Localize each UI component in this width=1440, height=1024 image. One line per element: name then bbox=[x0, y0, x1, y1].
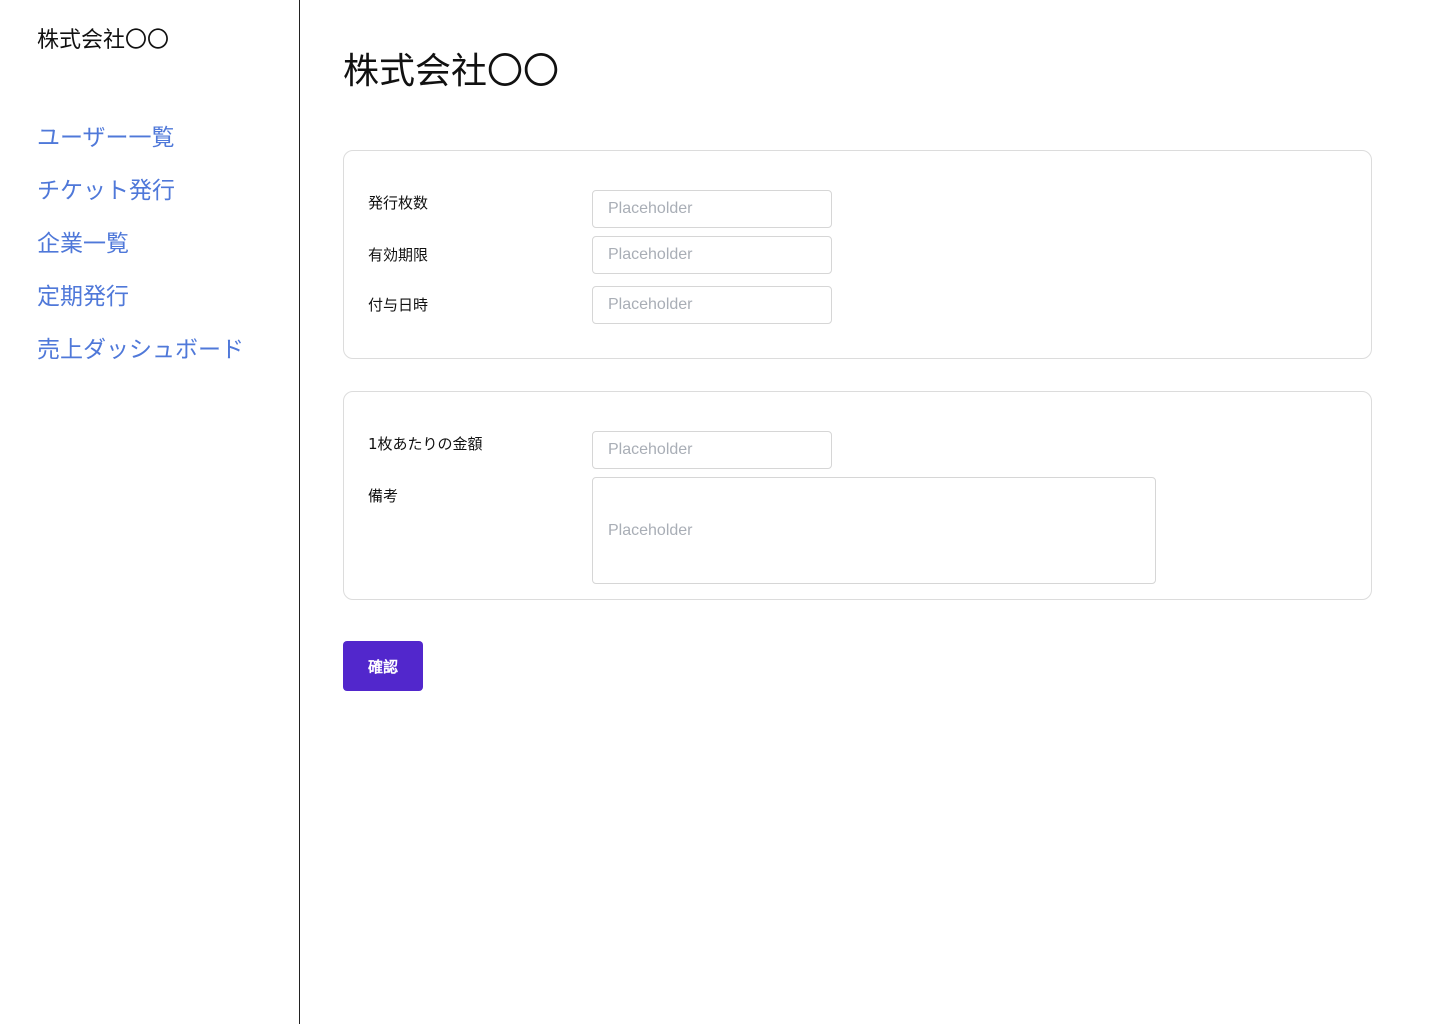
app-root: 株式会社〇〇 ユーザー一覧 チケット発行 企業一覧 定期発行 売上ダッシュボード… bbox=[0, 0, 1440, 1024]
expiry-input[interactable] bbox=[592, 236, 832, 274]
sidebar-item-user-list[interactable]: ユーザー一覧 bbox=[37, 122, 244, 175]
notes-label: 備考 bbox=[368, 487, 399, 505]
sidebar-item-sales-dashboard[interactable]: 売上ダッシュボード bbox=[37, 334, 244, 387]
grant-datetime-label: 付与日時 bbox=[368, 296, 429, 314]
sidebar-item-periodic-issue[interactable]: 定期発行 bbox=[37, 281, 244, 334]
sidebar-item-company-list[interactable]: 企業一覧 bbox=[37, 228, 244, 281]
confirm-button[interactable]: 確認 bbox=[343, 641, 423, 691]
unit-price-input[interactable] bbox=[592, 431, 832, 469]
unit-price-label: 1枚あたりの金額 bbox=[368, 435, 483, 453]
grant-datetime-input[interactable] bbox=[592, 286, 832, 324]
main-content: 株式会社〇〇 発行枚数 有効期限 付与日時 1枚あたりの金額 備考 確認 bbox=[301, 0, 1440, 1024]
notes-textarea[interactable] bbox=[592, 477, 1156, 584]
sidebar-nav: ユーザー一覧 チケット発行 企業一覧 定期発行 売上ダッシュボード bbox=[37, 122, 244, 387]
issue-count-label: 発行枚数 bbox=[368, 194, 429, 212]
page-title: 株式会社〇〇 bbox=[343, 51, 560, 92]
issue-count-input[interactable] bbox=[592, 190, 832, 228]
ticket-settings-card: 発行枚数 有効期限 付与日時 bbox=[343, 150, 1372, 359]
expiry-label: 有効期限 bbox=[368, 246, 429, 264]
pricing-card: 1枚あたりの金額 備考 bbox=[343, 391, 1372, 600]
sidebar-brand: 株式会社〇〇 bbox=[37, 28, 170, 53]
sidebar: 株式会社〇〇 ユーザー一覧 チケット発行 企業一覧 定期発行 売上ダッシュボード bbox=[0, 0, 300, 1024]
sidebar-item-ticket-issue[interactable]: チケット発行 bbox=[37, 175, 244, 228]
